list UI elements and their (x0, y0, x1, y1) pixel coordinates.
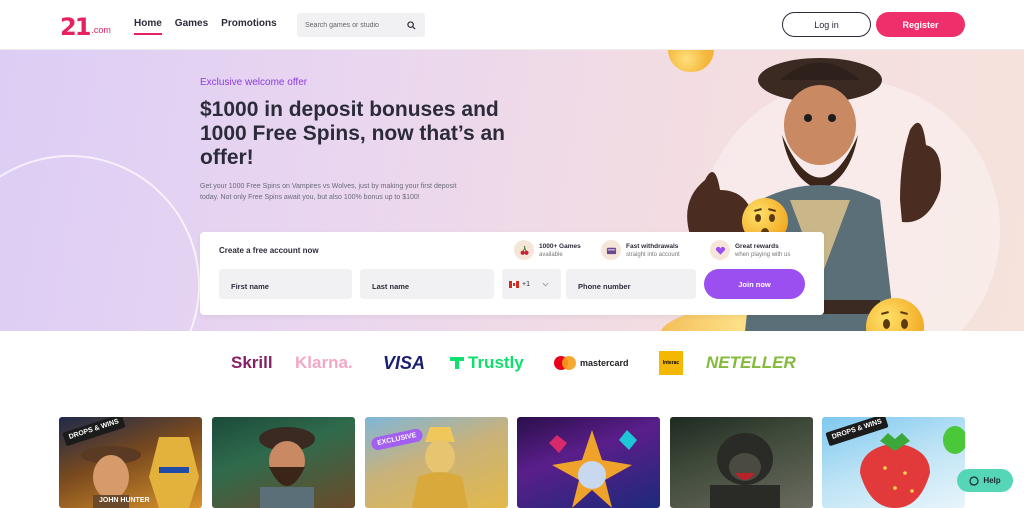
trustly-mark-icon (450, 357, 464, 369)
perk-games: 1000+ Games available (514, 240, 581, 260)
perk-rewards-sub: when playing with us (735, 251, 791, 258)
signup-card: Create a free account now 1000+ Games av… (200, 232, 824, 315)
pharaoh-artwork (149, 437, 199, 508)
explorer-artwork (259, 427, 315, 508)
game-title: JOHN HUNTER (99, 497, 150, 504)
help-button[interactable]: Help (957, 469, 1013, 492)
mastercard-circles-icon (554, 356, 576, 370)
help-label: Help (983, 476, 1001, 485)
game-tile[interactable]: DROPS & WINS JOHN HUNTER (59, 417, 202, 508)
trustly-logo: Trustly (449, 353, 524, 373)
first-name-input[interactable] (231, 277, 340, 291)
hero-subtext: Get your 1000 Free Spins on Vampires vs … (200, 183, 457, 201)
last-name-input[interactable] (372, 277, 482, 291)
decorative-arc (0, 155, 200, 331)
register-button[interactable]: Register (876, 12, 965, 37)
nav-promotions[interactable]: Promotions (221, 18, 277, 35)
trustly-label: Trustly (468, 353, 524, 372)
canada-flag-icon (509, 280, 519, 288)
cherries-icon (514, 240, 534, 260)
chat-bubble-icon (969, 475, 979, 486)
skrill-logo: Skrill (231, 353, 273, 372)
nav-games[interactable]: Games (175, 18, 208, 35)
perk-games-title: 1000+ Games (539, 242, 581, 250)
payment-providers: Skrill Klarna. VISA Trustly mastercard I… (0, 331, 1024, 396)
mastercard-label: mastercard (580, 358, 629, 368)
join-now-button[interactable]: Join now (704, 269, 805, 299)
heart-icon (710, 240, 730, 260)
perk-games-sub: available (539, 251, 563, 258)
interac-logo: Interac (659, 351, 683, 375)
country-code-value: +1 (522, 280, 530, 288)
hero-headline: $1000 in deposit bonuses and 1000 Free S… (200, 98, 505, 169)
visa-logo: VISA (383, 353, 426, 373)
drops-wins-badge: DROPS & WINS (62, 417, 126, 447)
signup-title: Create a free account now (219, 246, 319, 255)
gorilla-artwork (710, 433, 780, 508)
perk-withdrawals-sub: straight into account (626, 251, 680, 258)
phone-input[interactable] (578, 277, 684, 291)
site-logo[interactable]: 21 .com (60, 13, 111, 39)
strawberry-artwork (860, 433, 930, 508)
starburst-gems-artwork (549, 430, 637, 508)
klarna-logo: Klarna. (295, 353, 353, 372)
perk-withdrawals: Fast withdrawals straight into account (601, 240, 680, 260)
game-tile[interactable] (517, 417, 660, 508)
perk-rewards-title: Great rewards (735, 242, 779, 250)
game-grid: DROPS & WINS JOHN HUNTER EXCLUSIVE DROPS… (0, 417, 1024, 508)
wallet-icon (601, 240, 621, 260)
game-tile[interactable]: EXCLUSIVE (365, 417, 508, 508)
search-bar (297, 13, 425, 37)
game-tile[interactable]: DROPS & WINS (822, 417, 965, 508)
last-name-field (360, 269, 494, 299)
chevron-down-icon (542, 282, 549, 286)
main-nav: Home Games Promotions (134, 18, 277, 35)
hero-eyebrow: Exclusive welcome offer (200, 77, 308, 88)
logo-mark: 21 (60, 13, 91, 41)
search-input[interactable] (305, 21, 405, 29)
perk-rewards: Great rewards when playing with us (710, 240, 790, 260)
perk-withdrawals-title: Fast withdrawals (626, 242, 679, 250)
lime-artwork (943, 426, 965, 454)
country-code-select[interactable]: +1 (502, 269, 561, 299)
mastercard-logo: mastercard (554, 353, 629, 373)
game-tile[interactable] (670, 417, 813, 508)
game-tile[interactable] (212, 417, 355, 508)
nav-home[interactable]: Home (134, 18, 162, 35)
neteller-logo: NETELLER (706, 353, 796, 372)
logo-suffix: .com (91, 25, 111, 35)
login-button[interactable]: Log in (782, 12, 871, 37)
first-name-field (219, 269, 352, 299)
site-header: 21 .com Home Games Promotions Log in Reg… (0, 0, 1024, 50)
search-icon[interactable] (405, 19, 417, 31)
phone-field (566, 269, 696, 299)
